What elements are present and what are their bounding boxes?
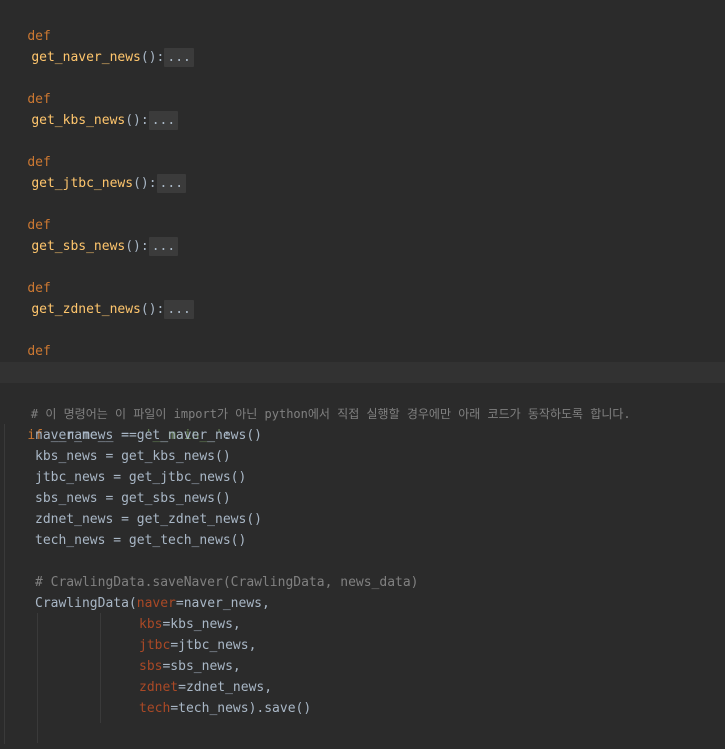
- keyword: def: [27, 344, 51, 359]
- param-name: naver: [136, 596, 176, 611]
- folded-code-marker[interactable]: ...: [164, 300, 194, 319]
- code-editor[interactable]: def get_naver_news():... def get_kbs_new…: [0, 0, 725, 749]
- param-value: =zdnet_news,: [178, 680, 273, 695]
- code-line-assignment[interactable]: kbs_news = get_kbs_news(): [0, 446, 725, 467]
- code-line-def[interactable]: def get_jtbc_news():...: [0, 131, 725, 193]
- folded-code-marker[interactable]: ...: [164, 48, 194, 67]
- keyword: def: [27, 29, 51, 44]
- code-line-if[interactable]: if __name__ == '__main__':: [0, 404, 725, 443]
- keyword: def: [27, 281, 51, 296]
- call-head: CrawlingData(: [35, 596, 137, 611]
- code-line-call-arg[interactable]: zdnet=zdnet_news,: [0, 677, 725, 698]
- param-value: =tech_news).save(): [170, 701, 312, 716]
- signature: ():: [140, 50, 165, 65]
- assignment-text: sbs_news = get_sbs_news(): [35, 491, 231, 506]
- keyword: def: [27, 218, 51, 233]
- assignment-text: zdnet_news = get_zdnet_news(): [35, 512, 262, 527]
- code-line-call-arg[interactable]: sbs=sbs_news,: [0, 656, 725, 677]
- keyword: def: [27, 155, 51, 170]
- code-line-def[interactable]: def get_sbs_news():...: [0, 194, 725, 256]
- code-line-def[interactable]: def get_tech_news():...: [0, 320, 725, 382]
- param-value: =kbs_news,: [162, 617, 241, 632]
- signature: ():: [125, 113, 149, 128]
- function-name: get_zdnet_news: [31, 302, 141, 317]
- param-value: =jtbc_news,: [170, 638, 257, 653]
- code-line-def[interactable]: def get_kbs_news():...: [0, 68, 725, 130]
- code-line-assignment[interactable]: tech_news = get_tech_news(): [0, 530, 725, 551]
- code-line-assignment[interactable]: naver_news = get_naver_news(): [0, 425, 725, 446]
- assignment-text: jtbc_news = get_jtbc_news(): [35, 470, 247, 485]
- code-line-call-arg[interactable]: jtbc=jtbc_news,: [0, 635, 725, 656]
- current-line-highlight: [0, 362, 725, 383]
- code-line-assignment[interactable]: jtbc_news = get_jtbc_news(): [0, 467, 725, 488]
- code-line-assignment[interactable]: zdnet_news = get_zdnet_news(): [0, 509, 725, 530]
- keyword: def: [27, 92, 51, 107]
- code-line-comment[interactable]: # 이 명령어는 이 파일이 import가 아닌 python에서 직접 실행…: [0, 383, 725, 421]
- code-line-call[interactable]: CrawlingData(naver=naver_news,: [0, 593, 725, 614]
- code-line-assignment[interactable]: sbs_news = get_sbs_news(): [0, 488, 725, 509]
- code-line-comment[interactable]: # CrawlingData.saveNaver(CrawlingData, n…: [0, 572, 725, 593]
- code-line-def[interactable]: def get_naver_news():...: [0, 5, 725, 67]
- param-value: =sbs_news,: [162, 659, 241, 674]
- assignment-text: kbs_news = get_kbs_news(): [35, 449, 231, 464]
- param-name: zdnet: [139, 680, 179, 695]
- code-line-call-arg[interactable]: tech=tech_news).save(): [0, 698, 725, 719]
- folded-code-marker[interactable]: ...: [156, 174, 187, 193]
- assignment-text: naver_news = get_naver_news(): [35, 428, 262, 443]
- function-name: get_sbs_news: [31, 239, 126, 254]
- folded-code-marker[interactable]: ...: [148, 237, 179, 256]
- signature: ():: [140, 302, 165, 317]
- signature: ():: [125, 239, 149, 254]
- assignment-text: tech_news = get_tech_news(): [35, 533, 247, 548]
- param-value: =naver_news,: [175, 596, 270, 611]
- signature: ():: [133, 176, 157, 191]
- code-line-def[interactable]: def get_zdnet_news():...: [0, 257, 725, 319]
- function-name: get_kbs_news: [31, 113, 126, 128]
- folded-code-marker[interactable]: ...: [148, 111, 179, 130]
- param-name: tech: [139, 701, 171, 716]
- function-name: get_naver_news: [31, 50, 141, 65]
- function-name: get_jtbc_news: [31, 176, 134, 191]
- comment-text: # CrawlingData.saveNaver(CrawlingData, n…: [35, 575, 419, 590]
- param-name: sbs: [139, 659, 163, 674]
- code-line-call-arg[interactable]: kbs=kbs_news,: [0, 614, 725, 635]
- param-name: kbs: [139, 617, 163, 632]
- param-name: jtbc: [139, 638, 171, 653]
